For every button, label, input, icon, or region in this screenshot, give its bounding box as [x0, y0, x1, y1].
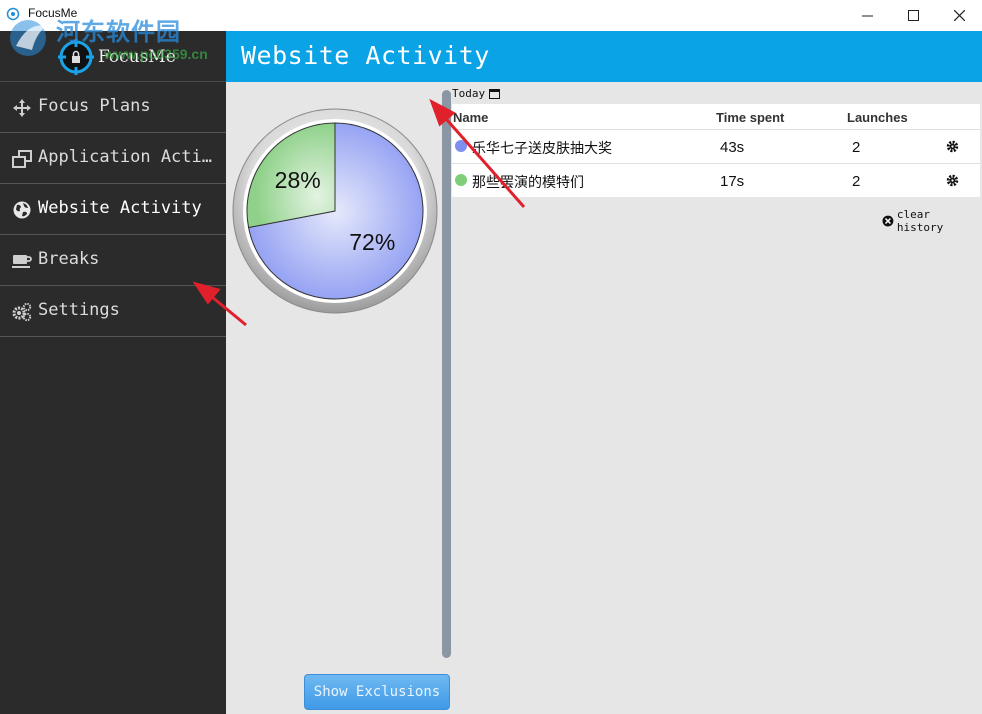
minimize-button[interactable] [844, 0, 890, 31]
coffee-cup-icon [12, 255, 32, 268]
table-row[interactable]: 乐华七子送皮肤抽大奖 43s 2 [452, 129, 980, 163]
main-content: 72% 28% Today Name Time spent Launches 乐… [226, 82, 982, 714]
date-filter[interactable]: Today [452, 87, 501, 100]
sidebar-item-label: Breaks [38, 249, 100, 269]
launch-count: 2 [852, 173, 861, 190]
sidebar-item-focus-plans[interactable]: Focus Plans [0, 82, 226, 133]
clear-history-label: clear history [896, 208, 944, 234]
website-name: 那些罢演的模特们 [472, 175, 584, 191]
sidebar-nav: Focus Plans Application Acti… Website Ac… [0, 82, 226, 337]
globe-icon [13, 201, 31, 219]
date-filter-label: Today [452, 87, 486, 100]
arrows-move-icon [13, 99, 31, 117]
focusme-logo-icon [58, 39, 94, 75]
brand: FocusMe [0, 31, 226, 82]
close-icon [953, 10, 965, 21]
page-title: Website Activity [241, 41, 490, 70]
calendar-icon[interactable] [489, 88, 501, 99]
sidebar-item-label: Focus Plans [38, 96, 151, 116]
sidebar-item-label: Application Acti… [38, 147, 212, 167]
time-spent: 17s [720, 173, 745, 190]
time-spent: 43s [720, 139, 745, 156]
column-header-time-spent[interactable]: Time spent [716, 110, 784, 125]
sidebar-item-label: Settings [38, 300, 120, 320]
column-header-launches[interactable]: Launches [847, 110, 908, 125]
minimize-icon [861, 15, 873, 17]
maximize-icon [907, 10, 919, 21]
sidebar-item-settings[interactable]: Settings [0, 286, 226, 337]
pie-chart-svg: 72% 28% [232, 108, 438, 314]
column-header-name[interactable]: Name [453, 110, 488, 125]
launch-count: 2 [852, 139, 861, 156]
sidebar-item-website-activity[interactable]: Website Activity [0, 184, 226, 235]
activity-pie-chart: 72% 28% [232, 108, 438, 314]
pie-slice-label: 28% [275, 167, 321, 193]
panel-splitter[interactable] [442, 90, 451, 658]
website-activity-table: Name Time spent Launches 乐华七子送皮肤抽大奖 43s … [452, 104, 980, 197]
sidebar-item-label: Website Activity [38, 198, 202, 218]
window-title: FocusMe [28, 6, 78, 20]
page-header: Website Activity [226, 31, 982, 82]
title-bar: FocusMe [0, 0, 982, 31]
gear-icon[interactable] [946, 140, 959, 153]
show-exclusions-button[interactable]: Show Exclusions [304, 674, 450, 710]
sidebar-item-breaks[interactable]: Breaks [0, 235, 226, 286]
gear-icon[interactable] [946, 174, 959, 187]
table-header: Name Time spent Launches [452, 104, 980, 129]
series-color-dot [455, 140, 467, 152]
website-name: 乐华七子送皮肤抽大奖 [472, 141, 612, 157]
series-color-dot [455, 174, 467, 186]
sidebar: FocusMe Focus Plans Application Acti… We… [0, 31, 226, 714]
pie-slice-label: 72% [349, 229, 395, 255]
brand-name: FocusMe [98, 47, 176, 67]
windows-icon [12, 150, 32, 168]
app-icon [6, 7, 20, 21]
clear-circle-icon [882, 215, 894, 227]
table-row[interactable]: 那些罢演的模特们 17s 2 [452, 163, 980, 197]
close-button[interactable] [936, 0, 982, 31]
clear-history-link[interactable]: clear history [882, 208, 982, 234]
maximize-button[interactable] [890, 0, 936, 31]
sidebar-item-application-activity[interactable]: Application Acti… [0, 133, 226, 184]
gears-icon [12, 302, 32, 322]
